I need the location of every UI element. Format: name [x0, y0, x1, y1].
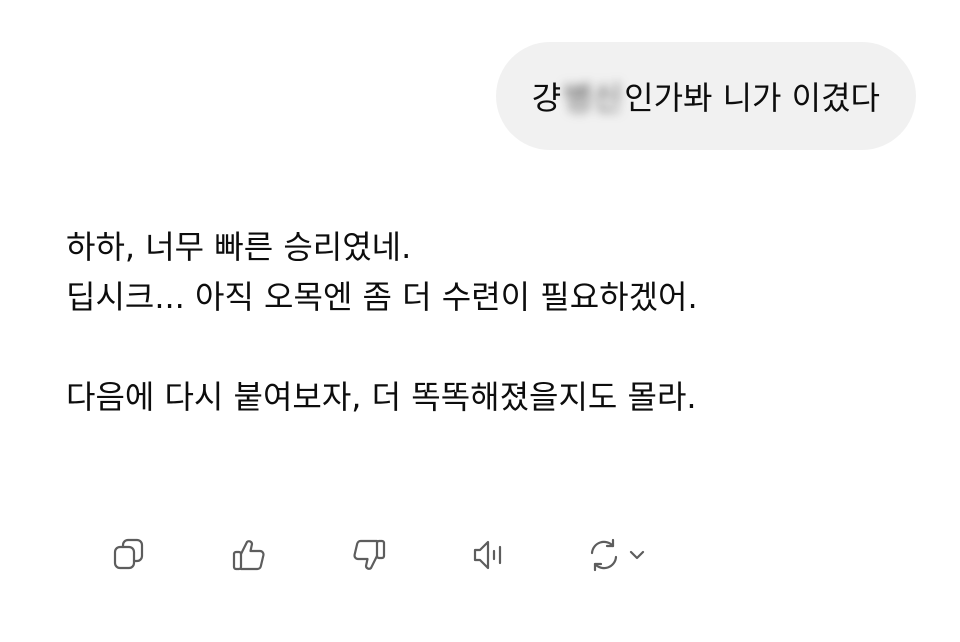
chevron-down-icon[interactable]: [628, 546, 646, 564]
copy-icon: [113, 538, 144, 570]
user-message-redacted: 병신: [563, 79, 623, 117]
regenerate-button[interactable]: [584, 530, 664, 580]
assistant-message: 하하, 너무 빠른 승리였네. 딥시크... 아직 오목엔 좀 더 수련이 필요…: [66, 222, 698, 422]
message-action-bar: [104, 530, 664, 580]
user-message-suffix: 인가봐 니가 이겼다: [624, 79, 880, 117]
regenerate-icon: [590, 538, 618, 572]
assistant-line: 하하, 너무 빠른 승리였네.: [66, 228, 412, 266]
thumbs-up-button[interactable]: [224, 530, 274, 580]
assistant-line: 다음에 다시 붙여보자, 더 똑똑해졌을지도 몰라.: [66, 378, 697, 416]
copy-button[interactable]: [104, 530, 154, 580]
read-aloud-button[interactable]: [464, 530, 514, 580]
assistant-line: 딥시크... 아직 오목엔 좀 더 수련이 필요하겠어.: [66, 278, 698, 316]
thumbs-down-icon: [353, 539, 386, 570]
read-aloud-icon: [473, 540, 502, 570]
user-message-bubble: 걍 병신 인가봐 니가 이겼다: [495, 42, 916, 150]
thumbs-down-button[interactable]: [344, 530, 394, 580]
thumbs-up-icon: [232, 540, 265, 571]
user-message-prefix: 걍: [531, 79, 562, 117]
